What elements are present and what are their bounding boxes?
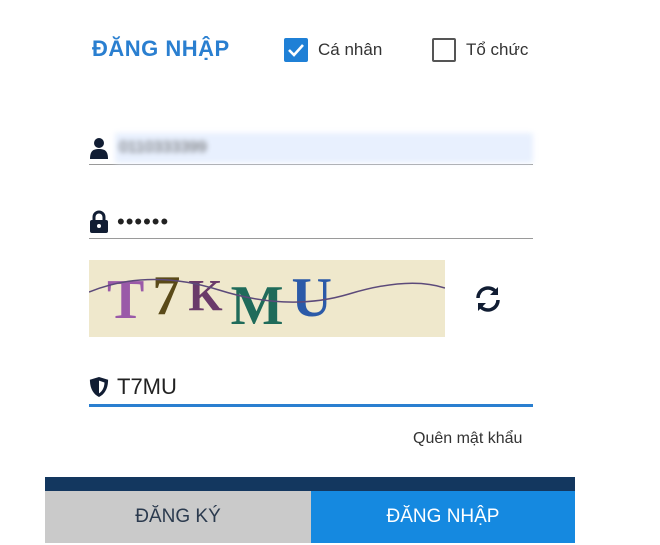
captcha-input[interactable] (115, 369, 533, 404)
check-icon (288, 44, 304, 57)
captcha-image: T7KMU (89, 260, 445, 337)
captcha-field (89, 369, 533, 407)
personal-label: Cá nhân (318, 40, 383, 59)
personal-checkbox[interactable] (284, 38, 308, 62)
username-input[interactable] (115, 132, 533, 163)
register-button[interactable]: ĐĂNG KÝ (45, 491, 311, 543)
login-button[interactable]: ĐĂNG NHẬP (311, 491, 575, 543)
button-bar: ĐĂNG KÝ ĐĂNG NHẬP (45, 477, 575, 543)
refresh-icon[interactable] (472, 283, 504, 315)
lock-icon (89, 210, 109, 233)
page-title: ĐĂNG NHẬP (92, 36, 230, 61)
account-type-organization[interactable]: Tổ chức (432, 38, 528, 62)
organization-checkbox[interactable] (432, 38, 456, 62)
shield-icon (89, 376, 109, 398)
password-field (89, 205, 533, 239)
account-type-personal[interactable]: Cá nhân (284, 38, 382, 62)
user-icon (89, 137, 109, 159)
organization-label: Tổ chức (466, 40, 529, 59)
password-input[interactable] (115, 205, 533, 238)
username-field (89, 131, 533, 165)
forgot-password-link[interactable]: Quên mật khẩu (413, 430, 522, 448)
